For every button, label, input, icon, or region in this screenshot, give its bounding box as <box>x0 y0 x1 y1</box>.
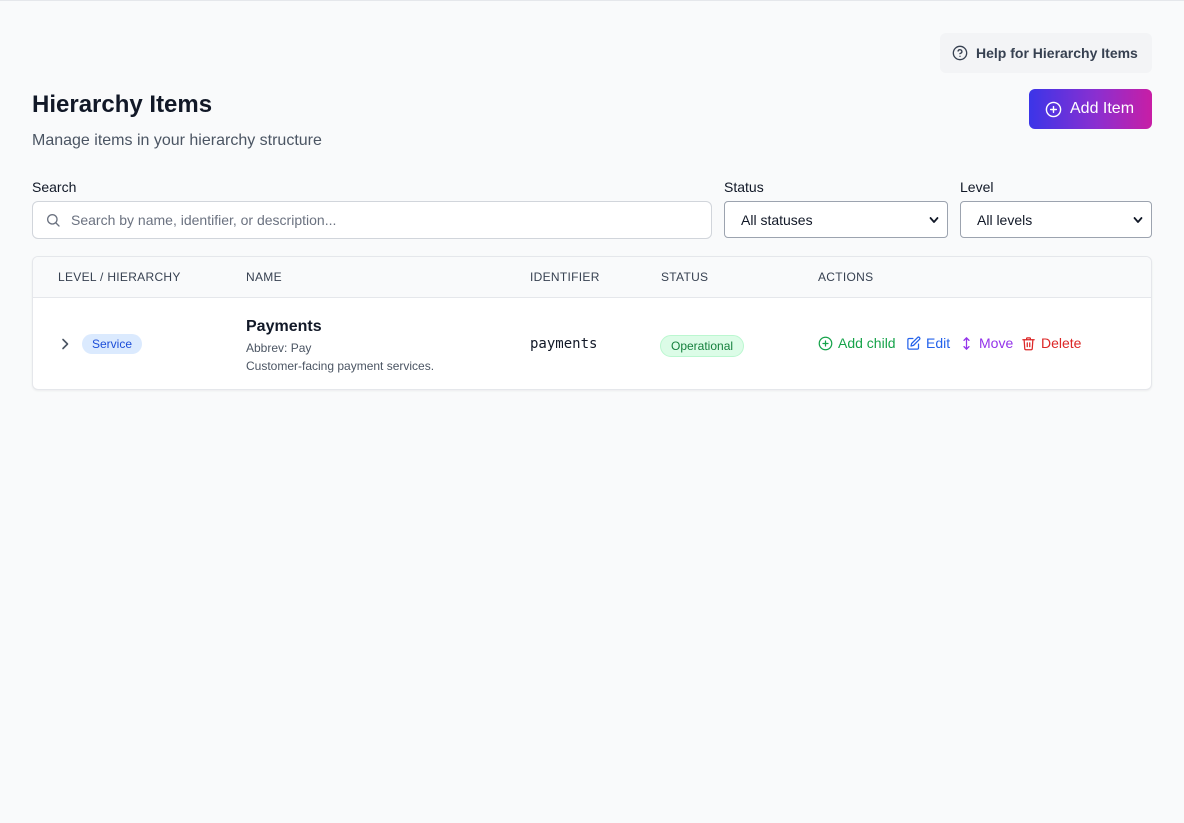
level-badge: Service <box>82 334 143 354</box>
level-label: Level <box>960 179 994 195</box>
column-header-status: Status <box>661 270 709 284</box>
edit-label: Edit <box>926 335 951 351</box>
item-abbrev: Abbrev: Pay <box>246 341 312 355</box>
add-item-button[interactable]: Add Item <box>1029 89 1152 129</box>
status-select[interactable]: All statuses <box>724 201 948 238</box>
table-header: Level / Hierarchy Name Identifier Status… <box>33 257 1151 298</box>
search-label: Search <box>32 179 77 195</box>
column-header-level: Level / Hierarchy <box>58 270 181 284</box>
edit-button[interactable]: Edit <box>906 335 950 351</box>
column-header-actions: Actions <box>818 270 874 284</box>
move-vertical-icon <box>963 336 970 350</box>
add-child-button[interactable]: Add child <box>818 335 896 351</box>
chevron-down-icon <box>929 216 939 223</box>
help-circle-icon <box>952 45 968 61</box>
item-identifier: payments <box>530 336 598 352</box>
delete-button[interactable]: Delete <box>1021 335 1081 351</box>
page-subtitle: Manage items in your hierarchy structure <box>32 132 322 149</box>
delete-label: Delete <box>1041 335 1082 351</box>
status-label: Status <box>724 179 764 195</box>
help-button-label: Help for Hierarchy Items <box>976 45 1138 61</box>
plus-circle-icon <box>1045 101 1062 117</box>
search-box[interactable] <box>32 201 712 239</box>
table-row: Service Payments Abbrev: Pay Customer-fa… <box>33 298 1151 389</box>
status-select-value: All statuses <box>741 211 813 228</box>
chevron-right-icon[interactable] <box>57 336 73 352</box>
column-header-identifier: Identifier <box>530 270 600 284</box>
move-button[interactable]: Move <box>959 335 1013 351</box>
search-input[interactable] <box>71 212 671 228</box>
trash-icon <box>1022 336 1035 350</box>
level-select[interactable]: All levels <box>960 201 1152 238</box>
item-description: Customer-facing payment services. <box>246 359 435 373</box>
item-name: Payments <box>246 318 322 335</box>
edit-icon <box>907 336 921 350</box>
hierarchy-table: Level / Hierarchy Name Identifier Status… <box>32 256 1152 390</box>
move-label: Move <box>979 335 1014 351</box>
plus-circle-icon <box>818 336 833 350</box>
add-child-label: Add child <box>838 335 896 351</box>
chevron-down-icon <box>1133 216 1143 223</box>
help-button[interactable]: Help for Hierarchy Items <box>940 33 1152 73</box>
add-item-label: Add Item <box>1070 100 1135 117</box>
status-badge: Operational <box>660 335 745 357</box>
level-select-value: All levels <box>977 211 1033 228</box>
page-title: Hierarchy Items <box>32 91 213 118</box>
search-icon <box>47 214 60 227</box>
column-header-name: Name <box>246 270 282 284</box>
